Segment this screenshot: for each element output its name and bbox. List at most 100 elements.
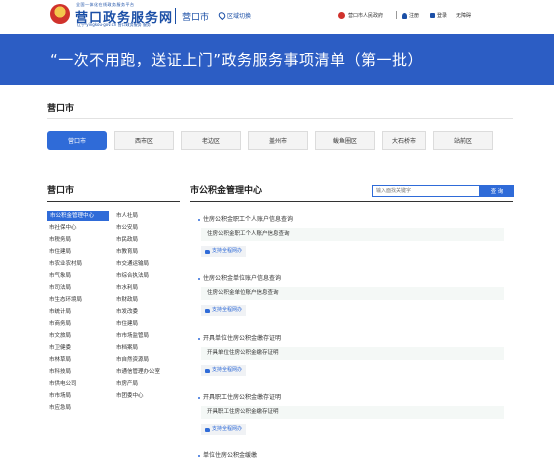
service-item-title-link[interactable]: 开具职工住房公积金缴存证明 — [198, 392, 281, 401]
online-badge: 支持全程网办 — [201, 424, 247, 435]
department-item[interactable]: 市社保中心 — [49, 223, 77, 233]
department-list-divider — [47, 201, 180, 202]
register-link[interactable]: 注册 — [402, 12, 419, 19]
service-item-title: 单位住房公积金缓缴 — [203, 452, 258, 459]
department-item[interactable]: 市公积金管理中心 — [47, 211, 109, 221]
bullet-icon — [198, 218, 200, 221]
page: 全国一体化在线政务服务平台 营口政务服务网 辽宁·yingkou·gov.cn … — [0, 0, 554, 467]
city-section-divider — [47, 118, 513, 119]
department-item[interactable]: 市市场监管局 — [116, 331, 149, 341]
search-input[interactable] — [372, 185, 480, 197]
department-item[interactable]: 市水利局 — [116, 283, 138, 293]
region-tab[interactable]: 盖州市 — [248, 131, 308, 150]
login-label: 登录 — [437, 13, 448, 19]
department-item[interactable]: 市发改委 — [116, 307, 138, 317]
online-badge-label: 支持全程网办 — [212, 307, 243, 313]
thumbs-up-icon — [205, 427, 210, 432]
department-item[interactable]: 市科技局 — [49, 367, 71, 377]
bullet-icon — [198, 337, 200, 340]
location-pin-icon — [217, 10, 227, 21]
department-item[interactable]: 市文旅局 — [49, 331, 71, 341]
online-badge: 支持全程网办 — [201, 305, 247, 316]
department-item[interactable]: 市税务局 — [49, 235, 71, 245]
service-item-title: 住房公积金单位账户信息查询 — [203, 275, 282, 282]
region-tab[interactable]: 营口市 — [47, 131, 107, 150]
lock-icon — [430, 13, 435, 18]
department-item[interactable]: 市供电公司 — [49, 379, 77, 389]
register-label: 注册 — [409, 13, 420, 19]
region-tab[interactable]: 鲅鱼圈区 — [315, 131, 375, 150]
login-link[interactable]: 登录 — [430, 12, 447, 19]
site-header: 全国一体化在线政务服务平台 营口政务服务网 辽宁·yingkou·gov.cn … — [0, 0, 554, 34]
online-badge-label: 支持全程网办 — [212, 426, 243, 432]
department-item[interactable]: 市综合执法局 — [116, 271, 149, 281]
gov-site-link[interactable]: 营口市人民政府 — [338, 12, 383, 19]
online-badge: 支持全程网办 — [201, 246, 247, 257]
department-item[interactable]: 市统计局 — [49, 307, 71, 317]
thumbs-up-icon — [205, 368, 210, 373]
accessibility-link[interactable]: 无障碍 — [456, 12, 471, 19]
thumbs-up-icon — [205, 308, 210, 313]
service-item-title: 开具单位住房公积金缴存证明 — [203, 335, 282, 342]
service-list-title: 市公积金管理中心 — [190, 186, 263, 196]
service-item-title-link[interactable]: 开具单位住房公积金缴存证明 — [198, 333, 281, 342]
department-item[interactable]: 市通信管理办公室 — [116, 367, 160, 377]
department-item[interactable]: 市房产局 — [116, 379, 138, 389]
region-tab[interactable]: 西市区 — [114, 131, 174, 150]
department-list-title: 营口市 — [47, 186, 75, 196]
gov-site-label: 营口市人民政府 — [348, 13, 384, 19]
department-item[interactable]: 市自然资源局 — [116, 355, 149, 365]
logo-emblem-icon — [50, 4, 70, 24]
bullet-icon — [198, 396, 200, 399]
banner: “一次不用跑，送证上门”政务服务事项清单（第一批） — [0, 34, 554, 85]
service-item-title-link[interactable]: 住房公积金职工个人账户信息查询 — [198, 214, 293, 223]
region-switch-link[interactable]: 区域切换 — [217, 10, 252, 21]
city-section-title: 营口市 — [47, 104, 75, 114]
bullet-icon — [198, 454, 200, 457]
department-item[interactable]: 市气象局 — [49, 271, 71, 281]
department-item[interactable]: 市交通运输局 — [116, 259, 149, 269]
department-item[interactable]: 市司法局 — [49, 283, 71, 293]
department-item[interactable]: 市民政局 — [116, 235, 138, 245]
department-item[interactable]: 市人社局 — [116, 211, 138, 221]
service-item-subitem[interactable]: 开具单位住房公积金缴存证明 — [201, 347, 504, 360]
current-city: 营口市 — [182, 13, 210, 23]
service-item-subitem[interactable]: 住房公积金单位账户信息查询 — [201, 287, 504, 300]
online-badge-label: 支持全程网办 — [212, 367, 243, 373]
logo-sub-text: 辽宁·yingkou·gov.cn 营口政务服务 服务 — [77, 22, 151, 27]
service-item-subitem[interactable]: 住房公积金职工个人账户信息查询 — [201, 228, 504, 241]
service-item-title-link[interactable]: 住房公积金单位账户信息查询 — [198, 273, 281, 282]
region-tab[interactable]: 老边区 — [181, 131, 241, 150]
bullet-icon — [198, 277, 200, 280]
gov-emblem-icon — [338, 12, 345, 19]
user-icon — [402, 12, 407, 19]
banner-title: “一次不用跑，送证上门”政务服务事项清单（第一批） — [50, 51, 424, 69]
service-item-title-link[interactable]: 单位住房公积金缓缴 — [198, 450, 257, 459]
header-divider — [175, 8, 176, 24]
region-tab[interactable]: 站前区 — [433, 131, 493, 150]
department-item[interactable]: 市档案局 — [116, 343, 138, 353]
department-item[interactable]: 市应急局 — [49, 403, 71, 413]
search-button[interactable]: 查 询 — [480, 185, 514, 197]
service-item-title: 开具职工住房公积金缴存证明 — [203, 394, 282, 401]
department-item[interactable]: 市卫健委 — [49, 343, 71, 353]
region-tab[interactable]: 大石桥市 — [382, 131, 426, 150]
header-separator — [396, 11, 397, 19]
region-switch-label: 区域切换 — [227, 13, 252, 20]
online-badge: 支持全程网办 — [201, 365, 247, 376]
department-item[interactable]: 市团委中心 — [116, 391, 144, 401]
department-item[interactable]: 市生态环境局 — [49, 295, 82, 305]
department-item[interactable]: 市林草局 — [49, 355, 71, 365]
department-item[interactable]: 市公安局 — [116, 223, 138, 233]
department-item[interactable]: 市住建局 — [116, 319, 138, 329]
department-item[interactable]: 市市场局 — [49, 391, 71, 401]
region-tabs: 营口市 西市区 老边区 盖州市 鲅鱼圈区 大石桥市 站前区 — [47, 131, 513, 150]
department-item[interactable]: 市农业农村局 — [49, 259, 82, 269]
service-item-title: 住房公积金职工个人账户信息查询 — [203, 216, 294, 223]
thumbs-up-icon — [205, 249, 210, 254]
department-item[interactable]: 市财政局 — [116, 295, 138, 305]
department-item[interactable]: 市教育局 — [116, 247, 138, 257]
department-item[interactable]: 市住建局 — [49, 247, 71, 257]
service-item-subitem[interactable]: 开具职工住房公积金缴存证明 — [201, 406, 504, 419]
department-item[interactable]: 市商务局 — [49, 319, 71, 329]
